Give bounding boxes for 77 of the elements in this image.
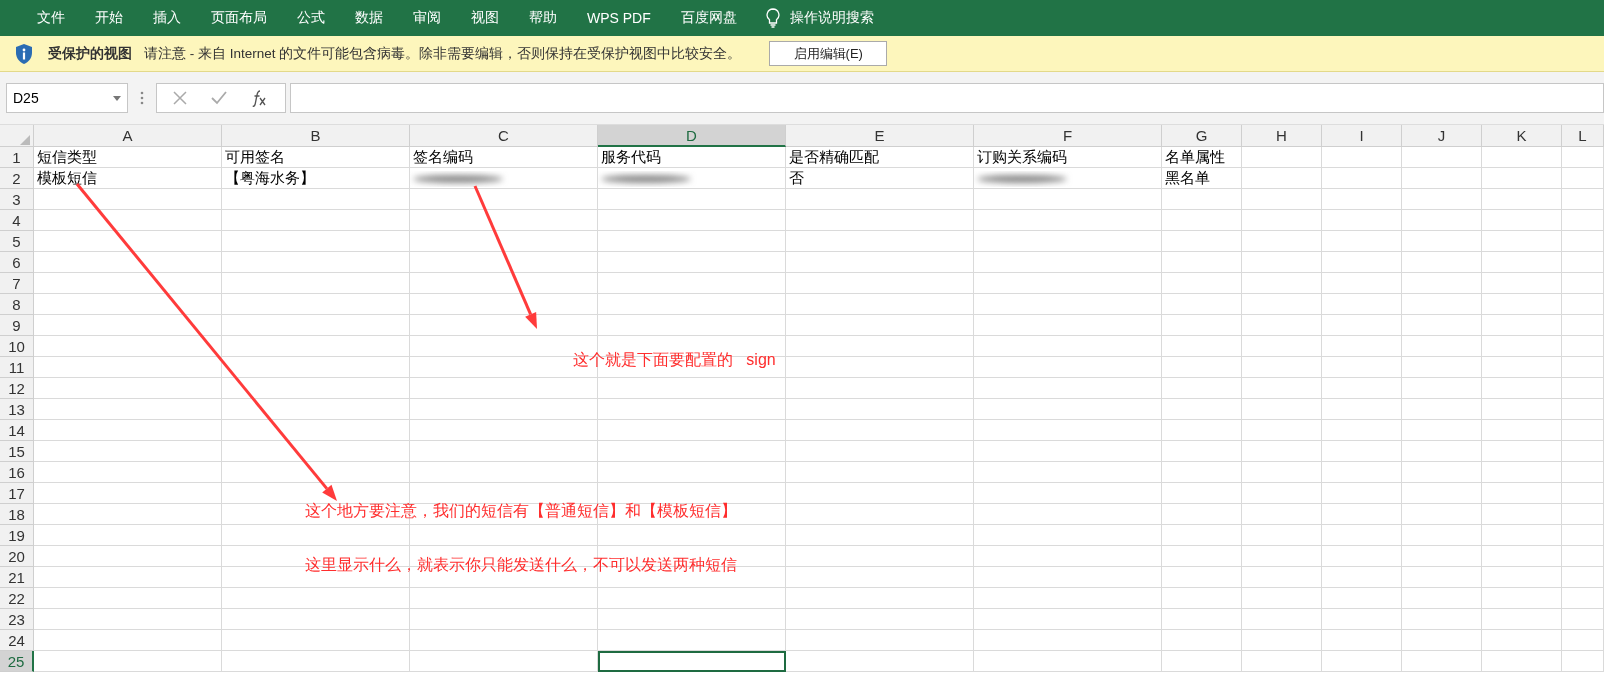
- row-header[interactable]: 9: [0, 315, 34, 336]
- protected-view-title: 受保护的视图: [48, 44, 132, 63]
- column-header[interactable]: C: [410, 125, 598, 147]
- column-header[interactable]: E: [786, 125, 974, 147]
- table-cell-text: 名单属性: [1164, 147, 1226, 167]
- row-header[interactable]: 24: [0, 630, 34, 651]
- select-all-icon[interactable]: [20, 134, 30, 145]
- menu-tab[interactable]: 页面布局: [196, 0, 282, 36]
- table-cell-text: 订购关系编码: [976, 147, 1068, 167]
- menu-tab[interactable]: WPS PDF: [572, 0, 666, 36]
- menu-tab[interactable]: 插入: [138, 0, 196, 36]
- column-header[interactable]: F: [974, 125, 1162, 147]
- column-header[interactable]: H: [1242, 125, 1322, 147]
- column-header[interactable]: K: [1482, 125, 1562, 147]
- row-header[interactable]: 20: [0, 546, 34, 567]
- tell-me-search[interactable]: 操作说明搜索: [789, 9, 874, 27]
- row-header[interactable]: 19: [0, 525, 34, 546]
- row-header[interactable]: 2: [0, 168, 34, 189]
- table-cell-text: 服务代码: [600, 147, 662, 167]
- table-cell-text: 【粤海水务】: [224, 168, 316, 188]
- row-header[interactable]: 11: [0, 357, 34, 378]
- row-header[interactable]: 10: [0, 336, 34, 357]
- menu-tab[interactable]: 开始: [80, 0, 138, 36]
- more-options-icon[interactable]: [140, 91, 144, 105]
- row-header[interactable]: 25: [0, 651, 34, 672]
- annotation-text: 这个地方要注意，我们的短信有【普通短信】和【模板短信】: [305, 501, 737, 521]
- table-cell-text: 模板短信: [36, 168, 98, 188]
- row-header[interactable]: 18: [0, 504, 34, 525]
- select-all-button[interactable]: [0, 125, 34, 147]
- name-box[interactable]: D25: [6, 83, 128, 113]
- row-header[interactable]: 4: [0, 210, 34, 231]
- row-header[interactable]: 13: [0, 399, 34, 420]
- column-header[interactable]: L: [1562, 125, 1604, 147]
- row-header[interactable]: 14: [0, 420, 34, 441]
- row-header[interactable]: 12: [0, 378, 34, 399]
- column-header[interactable]: G: [1162, 125, 1242, 147]
- lightbulb-icon[interactable]: [765, 8, 780, 28]
- column-header[interactable]: J: [1402, 125, 1482, 147]
- row-header[interactable]: 21: [0, 567, 34, 588]
- table-cell-text: 短信类型: [36, 147, 98, 167]
- row-header[interactable]: 17: [0, 483, 34, 504]
- row-header[interactable]: 7: [0, 273, 34, 294]
- menu-tab[interactable]: 帮助: [514, 0, 572, 36]
- menu-tab[interactable]: 文件: [22, 0, 80, 36]
- row-header[interactable]: 8: [0, 294, 34, 315]
- row-header[interactable]: 23: [0, 609, 34, 630]
- column-header[interactable]: D: [598, 125, 786, 147]
- menu-tab[interactable]: 视图: [456, 0, 514, 36]
- table-cell-text: 黑名单: [1164, 168, 1211, 188]
- protected-view-message: 请注意 - 来自 Internet 的文件可能包含病毒。除非需要编辑，否则保持在受保护视图中比较安全。: [144, 44, 742, 63]
- column-header[interactable]: I: [1322, 125, 1402, 147]
- column-header[interactable]: A: [34, 125, 222, 147]
- annotation-text: 这里显示什么，就表示你只能发送什么，不可以发送两种短信: [305, 555, 737, 575]
- row-header[interactable]: 22: [0, 588, 34, 609]
- active-cell[interactable]: [598, 651, 786, 672]
- menu-tab[interactable]: 公式: [282, 0, 340, 36]
- row-header[interactable]: 16: [0, 462, 34, 483]
- table-cell-text: 可用签名: [224, 147, 286, 167]
- row-header[interactable]: 15: [0, 441, 34, 462]
- checkmark-icon[interactable]: [211, 91, 227, 105]
- table-cell-text: 是否精确匹配: [788, 147, 880, 167]
- row-header[interactable]: 1: [0, 147, 34, 168]
- formula-input[interactable]: [290, 83, 1604, 113]
- dropdown-caret-icon[interactable]: [113, 95, 121, 101]
- table-cell-text: 签名编码: [412, 147, 474, 167]
- row-header[interactable]: 3: [0, 189, 34, 210]
- menu-tab[interactable]: 数据: [340, 0, 398, 36]
- row-header[interactable]: 6: [0, 252, 34, 273]
- cancel-icon[interactable]: [173, 91, 187, 105]
- menu-tab[interactable]: 百度网盘: [665, 0, 752, 36]
- menu-tab[interactable]: 审阅: [398, 0, 456, 36]
- enable-editing-button[interactable]: 启用编辑(E): [769, 41, 888, 66]
- annotation-text: 这个就是下面要配置的 sign: [573, 350, 776, 370]
- column-header[interactable]: B: [222, 125, 410, 147]
- row-header[interactable]: 5: [0, 231, 34, 252]
- table-cell-text: 否: [788, 168, 805, 188]
- shield-info-icon: [14, 42, 34, 65]
